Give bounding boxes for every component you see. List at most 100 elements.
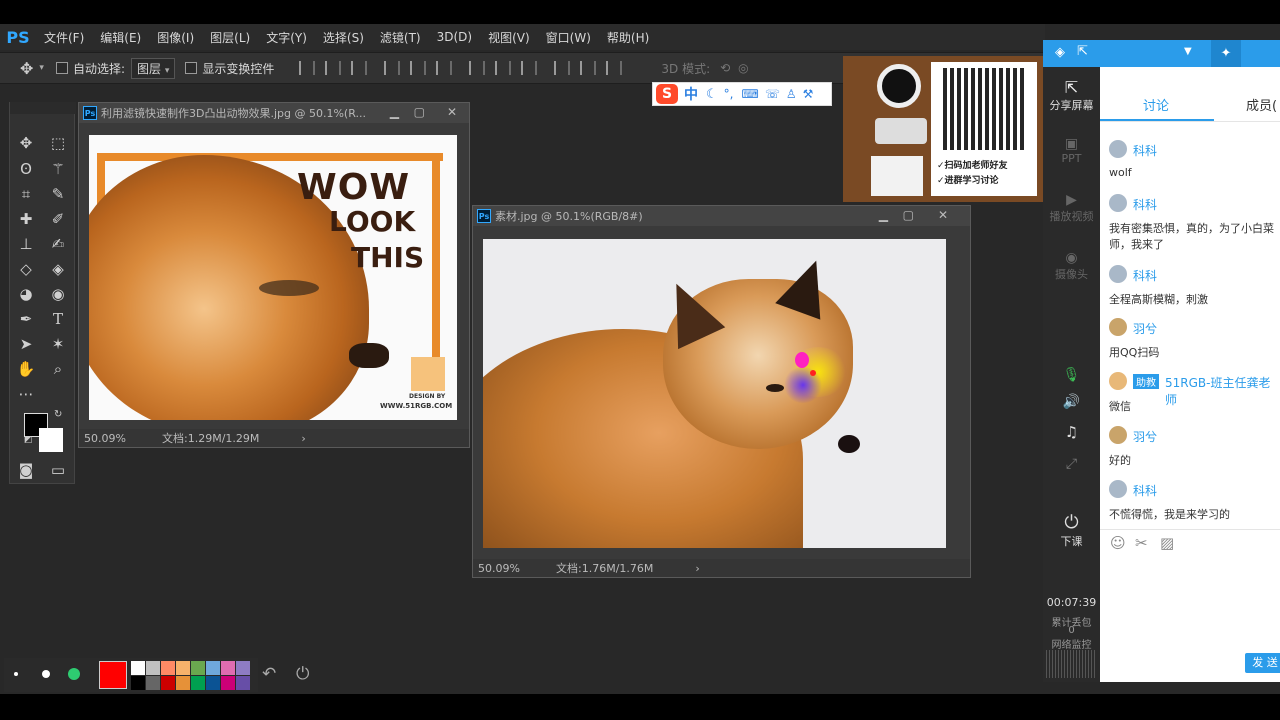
doc1-canvas[interactable]: WOW LOOK THIS DESIGN BY WWW.51RGB.COM — [89, 135, 457, 420]
menu-image[interactable]: 图像(I) — [149, 29, 202, 46]
distribute-left-icon[interactable] — [554, 61, 571, 75]
menu-layer[interactable]: 图层(L) — [202, 29, 258, 46]
send-button[interactable]: 发 送 — [1245, 653, 1280, 673]
layer-select[interactable]: 图层 ▾ — [130, 57, 176, 79]
doc2-zoom[interactable]: 50.09% — [478, 562, 556, 575]
doc2-maximize-icon[interactable]: ▢ — [903, 208, 914, 222]
align-hcenter-icon[interactable] — [410, 61, 427, 75]
tab-members[interactable]: 成员( — [1246, 95, 1277, 114]
avatar[interactable] — [1109, 265, 1127, 283]
3d-rotate-icon[interactable]: ⟲ — [720, 61, 730, 75]
doc1-titlebar[interactable]: Ps 利用滤镜快速制作3D凸出动物效果.jpg @ 50.1%(R... ▁ ▢… — [79, 103, 469, 123]
distribute-hcenter-icon[interactable] — [580, 61, 597, 75]
avatar[interactable] — [1109, 194, 1127, 212]
doc2-status-arrow-icon[interactable]: › — [695, 562, 699, 575]
lasso-tool-icon[interactable]: ʘ — [15, 158, 37, 180]
dodge-tool-icon[interactable]: ◉ — [47, 283, 69, 305]
avatar[interactable] — [1109, 372, 1127, 390]
ime-moon-icon[interactable]: ☾ — [706, 87, 718, 102]
doc2-titlebar[interactable]: Ps 素材.jpg @ 50.1%(RGB/8#) ▁ ▢ ✕ — [473, 206, 970, 226]
color-swatch[interactable] — [221, 676, 235, 690]
marquee-tool-icon[interactable]: ⬚ — [47, 132, 69, 154]
color-swatch[interactable] — [176, 676, 190, 690]
more-tools-icon[interactable]: ⋯ — [15, 383, 37, 405]
ime-keyboard-icon[interactable]: ⌨ — [741, 87, 758, 101]
show-transform-checkbox[interactable] — [185, 62, 198, 74]
message-sender[interactable]: 科科 — [1133, 196, 1157, 213]
menu-window[interactable]: 窗口(W) — [538, 29, 599, 46]
magic-wand-tool-icon[interactable]: ⚚ — [47, 158, 69, 180]
emoji-icon[interactable]: ☺ — [1110, 534, 1126, 552]
color-swatch[interactable] — [131, 676, 145, 690]
scissors-icon[interactable]: ✂ — [1135, 534, 1148, 552]
ime-punct-icon[interactable]: °, — [724, 87, 734, 101]
message-sender[interactable]: 羽兮 — [1133, 320, 1157, 337]
3d-roll-icon[interactable]: ◎ — [738, 61, 748, 75]
color-swatch[interactable] — [161, 661, 175, 675]
menu-filter[interactable]: 滤镜(T) — [372, 29, 429, 46]
auto-select-checkbox[interactable] — [55, 62, 68, 74]
move-tool-icon[interactable]: ✥ — [15, 132, 37, 154]
menu-file[interactable]: 文件(F) — [36, 29, 92, 46]
doc1-close-icon[interactable]: ✕ — [447, 105, 457, 119]
clone-stamp-tool-icon[interactable]: ⊥ — [15, 233, 37, 255]
distribute-vcenter-icon[interactable] — [495, 61, 512, 75]
avatar[interactable] — [1109, 480, 1127, 498]
doc2-minimize-icon[interactable]: ▁ — [879, 208, 888, 222]
avatar[interactable] — [1109, 140, 1127, 158]
avatar[interactable] — [1109, 426, 1127, 444]
menu-type[interactable]: 文字(Y) — [258, 29, 315, 46]
dropdown-chevron-icon[interactable]: ▼ — [1184, 46, 1192, 57]
fullscreen-icon[interactable]: ⤢ — [1043, 456, 1100, 472]
tab-discussion[interactable]: 讨论 — [1143, 95, 1169, 114]
eyedropper-tool-icon[interactable]: ✎ — [47, 183, 69, 205]
eraser-tool-icon[interactable]: ◇ — [15, 258, 37, 280]
doc1-zoom[interactable]: 50.09% — [84, 432, 162, 445]
paint-bucket-tool-icon[interactable]: ◈ — [47, 258, 69, 280]
history-brush-tool-icon[interactable]: ✍ — [47, 233, 69, 255]
color-swatch[interactable] — [206, 676, 220, 690]
undo-icon[interactable]: ↶ — [262, 664, 276, 684]
doc1-maximize-icon[interactable]: ▢ — [414, 105, 425, 119]
color-swatch[interactable] — [221, 661, 235, 675]
power-off-icon[interactable]: ⏻ — [296, 664, 309, 684]
play-video-button[interactable]: ▶ 播放视频 — [1043, 192, 1100, 224]
path-selection-tool-icon[interactable]: ➤ — [15, 333, 37, 355]
distribute-bottom-icon[interactable] — [521, 61, 538, 75]
microphone-icon[interactable]: 🎙 — [1043, 367, 1100, 383]
color-swatch[interactable] — [191, 676, 205, 690]
align-right-icon[interactable] — [436, 61, 453, 75]
crop-tool-icon[interactable]: ⌗ — [15, 183, 37, 205]
quick-mask-icon[interactable]: ◙ — [15, 459, 37, 481]
ppt-button[interactable]: ▣ PPT — [1043, 136, 1100, 165]
menu-help[interactable]: 帮助(H) — [599, 29, 657, 46]
color-swatch[interactable] — [146, 676, 160, 690]
menu-3d[interactable]: 3D(D) — [429, 30, 480, 44]
pen-size-medium-icon[interactable] — [42, 670, 50, 678]
speaker-icon[interactable]: 🔊 — [1043, 394, 1100, 410]
blur-tool-icon[interactable]: ◕ — [15, 283, 37, 305]
ime-voice-icon[interactable]: ☏ — [765, 87, 780, 101]
sogou-logo-icon[interactable]: S — [656, 84, 678, 104]
align-top-icon[interactable] — [299, 61, 316, 75]
hand-tool-icon[interactable]: ✋ — [15, 358, 37, 380]
pen-tool-icon[interactable]: ✒ — [15, 308, 37, 330]
tool-preset-chevron-icon[interactable]: ▾ — [39, 63, 44, 73]
pin-icon[interactable]: ✦ — [1211, 40, 1241, 67]
align-left-icon[interactable] — [384, 61, 401, 75]
color-swatch[interactable] — [236, 661, 250, 675]
default-colors-icon[interactable]: ◩ — [24, 435, 33, 445]
chat-input[interactable] — [1104, 559, 1276, 649]
screen-mode-icon[interactable]: ▭ — [47, 459, 69, 481]
music-icon[interactable]: ♫ — [1043, 423, 1100, 441]
message-sender[interactable]: 科科 — [1133, 482, 1157, 499]
doc2-canvas[interactable] — [483, 239, 946, 548]
camera-button[interactable]: ◉ 摄像头 — [1043, 250, 1100, 282]
color-swatch[interactable] — [161, 676, 175, 690]
end-class-button[interactable]: ⏻ 下课 — [1043, 512, 1100, 549]
doc1-status-arrow-icon[interactable]: › — [301, 432, 305, 445]
message-sender[interactable]: 科科 — [1133, 267, 1157, 284]
align-vcenter-icon[interactable] — [325, 61, 342, 75]
brush-tool-icon[interactable]: ✐ — [47, 208, 69, 230]
color-swatch[interactable] — [131, 661, 145, 675]
